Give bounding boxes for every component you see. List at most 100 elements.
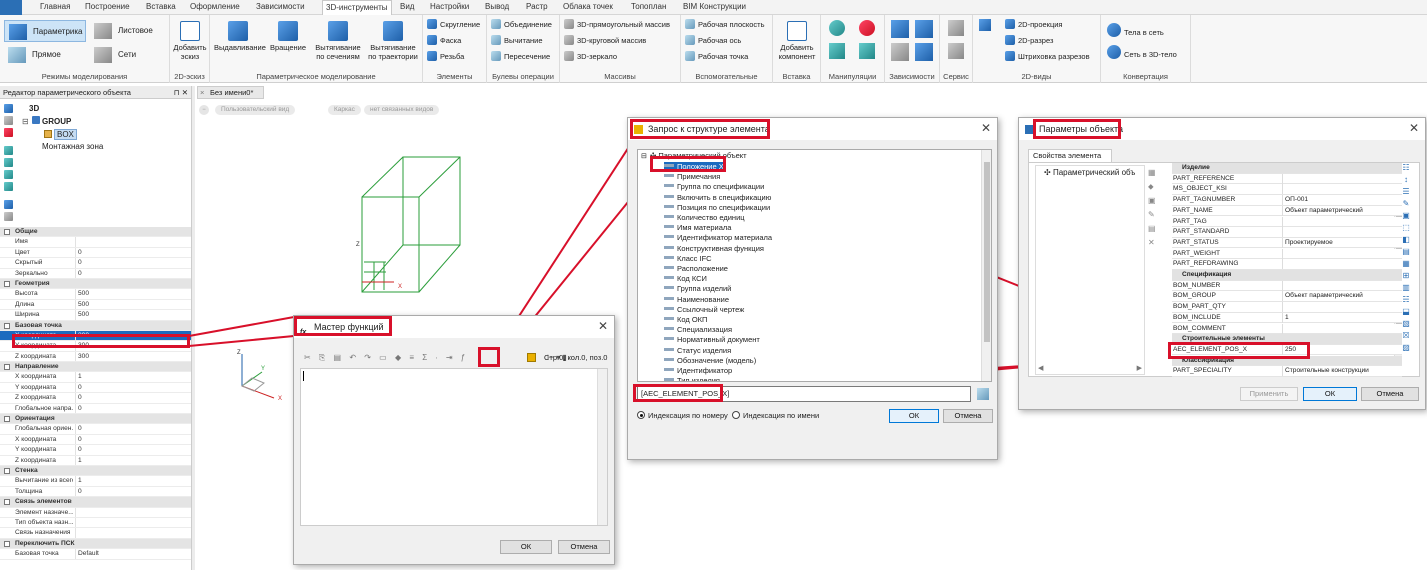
- tree-node-3d[interactable]: 3D: [29, 104, 39, 113]
- formula-editor[interactable]: [300, 368, 608, 526]
- property-value[interactable]: 1: [75, 455, 82, 465]
- params-ok-button[interactable]: ОК: [1303, 387, 1357, 401]
- params-row[interactable]: PART_TAGNUMBER ОП-001: [1172, 195, 1402, 206]
- view-crumb[interactable]: Каркас: [328, 105, 361, 115]
- property-value[interactable]: 0: [75, 445, 82, 455]
- query-pick-icon[interactable]: [977, 388, 989, 400]
- structure-tree-item[interactable]: Примечания: [664, 172, 720, 182]
- work-plane-button[interactable]: Рабочая плоскость: [685, 19, 765, 31]
- document-tab[interactable]: Без имени0* ×: [197, 86, 264, 99]
- view-crumb[interactable]: Пользовательский вид: [215, 105, 296, 115]
- property-row[interactable]: Длина 500: [0, 299, 191, 311]
- index-by-name-radio[interactable]: Индексация по имени: [732, 411, 819, 420]
- structure-tree-item[interactable]: Код ОКП: [664, 315, 707, 325]
- params-row[interactable]: PART_STANDARD: [1172, 227, 1402, 238]
- query-ok-button[interactable]: ОК: [889, 409, 939, 423]
- dimension-icon[interactable]: [891, 43, 909, 61]
- property-row[interactable]: Глобальное напра... 0: [0, 403, 191, 415]
- property-value[interactable]: [75, 528, 78, 538]
- params-row[interactable]: BOM_COMMENT: [1172, 323, 1402, 335]
- mode-mesh-button[interactable]: Сети: [90, 44, 172, 66]
- work-axis-button[interactable]: Рабочая ось: [685, 35, 741, 47]
- tab-element-properties[interactable]: Свойства элемента: [1028, 149, 1112, 162]
- params-value[interactable]: [1282, 227, 1285, 238]
- tree-node-mounting-zone[interactable]: Монтажная зона: [42, 142, 103, 151]
- collapse-icon[interactable]: [4, 540, 10, 547]
- fillet-button[interactable]: Скругление: [427, 19, 480, 31]
- params-tree-root[interactable]: ✣ Параметрический объ: [1044, 168, 1135, 177]
- property-row[interactable]: Базовая точка Default: [0, 549, 191, 560]
- property-row[interactable]: Зеркально 0: [0, 268, 191, 279]
- tree-tool-icon[interactable]: [4, 116, 13, 125]
- extrude-button[interactable]: Выдавливание: [214, 21, 266, 52]
- settings-icon[interactable]: [948, 43, 964, 59]
- mate-icon[interactable]: [915, 20, 933, 38]
- params-row[interactable]: MS_OBJECT_KSI: [1172, 184, 1402, 195]
- structure-tree-item[interactable]: Идентификатор материала: [664, 233, 772, 243]
- rect-array-button[interactable]: 3D-прямоугольный массив: [564, 19, 670, 31]
- viewport-menu-icon[interactable]: −: [199, 105, 209, 115]
- property-value[interactable]: 0: [75, 382, 82, 393]
- property-row[interactable]: Вычитание из всего 1: [0, 476, 191, 487]
- tree-tool-icon[interactable]: [4, 146, 13, 155]
- copy-icon[interactable]: [859, 43, 875, 59]
- mode-parametric-button[interactable]: Параметрика: [4, 20, 86, 42]
- property-value[interactable]: 1: [75, 372, 82, 382]
- menu-item[interactable]: Топоплан: [631, 2, 666, 11]
- menu-item[interactable]: Растр: [526, 2, 548, 11]
- align-icon[interactable]: [829, 43, 845, 59]
- menu-item[interactable]: Оформление: [190, 2, 240, 11]
- structure-tree-item[interactable]: Тип изделия: [664, 376, 720, 381]
- pin-icon[interactable]: ⊓ ✕: [174, 86, 188, 99]
- collapse-icon[interactable]: [4, 467, 10, 474]
- property-category[interactable]: Общие: [0, 227, 191, 238]
- structure-tree-item[interactable]: Наименование: [664, 295, 729, 305]
- mode-sheet-button[interactable]: Листовое: [90, 20, 172, 42]
- collapse-icon[interactable]: [4, 229, 10, 235]
- projection-2d-button[interactable]: 2D-проекция: [1005, 19, 1063, 31]
- menu-item[interactable]: Вывод: [485, 2, 509, 11]
- property-value[interactable]: 1: [75, 476, 82, 486]
- tree-node-group[interactable]: GROUP: [42, 117, 71, 126]
- params-value[interactable]: [1282, 323, 1285, 334]
- property-value[interactable]: 0: [75, 486, 82, 497]
- property-row[interactable]: X координата 0: [0, 434, 191, 446]
- params-tree-scroll-right-icon[interactable]: ▶: [1137, 364, 1142, 372]
- property-value[interactable]: 0: [75, 247, 82, 258]
- app-button[interactable]: [0, 0, 22, 15]
- structure-tree-item[interactable]: Статус изделия: [664, 346, 731, 356]
- hatch-sections-button[interactable]: Штриховка разрезов: [1005, 51, 1090, 63]
- move-icon[interactable]: [829, 20, 845, 36]
- property-category[interactable]: Геометрия: [0, 278, 191, 290]
- property-row[interactable]: Y координата 0: [0, 445, 191, 456]
- tree-tool-icon[interactable]: [4, 104, 13, 113]
- property-category[interactable]: Ориентация: [0, 414, 191, 425]
- params-row[interactable]: BOM_GROUP Объект параметрический: [1172, 291, 1402, 302]
- wizard-ok-button[interactable]: ОК: [500, 540, 552, 554]
- params-category[interactable]: Спецификация: [1172, 270, 1402, 281]
- editor-scrollbar[interactable]: [597, 369, 607, 525]
- menu-item[interactable]: Облака точек: [563, 2, 613, 11]
- structure-tree[interactable]: ⊟ ✣ Параметрический объект Положение X Пр…: [637, 149, 992, 382]
- property-row[interactable]: Высота 500: [0, 289, 191, 300]
- subtract-button[interactable]: Вычитание: [491, 35, 543, 47]
- property-row[interactable]: X координата 1: [0, 372, 191, 383]
- query-cancel-button[interactable]: Отмена: [943, 409, 993, 423]
- structure-tree-item[interactable]: Код КСИ: [664, 274, 707, 284]
- chamfer-button[interactable]: Фаска: [427, 35, 461, 47]
- params-value[interactable]: ОП-001: [1282, 195, 1308, 206]
- property-value[interactable]: Default: [75, 549, 99, 559]
- tree-expander[interactable]: ⊟: [22, 117, 29, 126]
- close-tab-icon[interactable]: ×: [200, 87, 204, 99]
- property-row[interactable]: Ширина 500: [0, 310, 191, 321]
- intersect-button[interactable]: Пересечение: [491, 51, 550, 63]
- menu-item[interactable]: Зависимости: [256, 2, 305, 11]
- menu-item[interactable]: Главная: [40, 2, 70, 11]
- property-value[interactable]: 0: [75, 268, 82, 278]
- params-side-toolbar[interactable]: ▦ ⬥ ▣ ✎ ▤ ✕: [1148, 166, 1158, 250]
- collapse-icon[interactable]: [4, 364, 10, 371]
- params-value[interactable]: Объект параметрический: [1282, 291, 1363, 302]
- sweep-button[interactable]: Вытягивание по траектории: [366, 21, 420, 61]
- params-value[interactable]: Строительные конструкции: [1282, 366, 1369, 377]
- thread-button[interactable]: Резьба: [427, 51, 464, 63]
